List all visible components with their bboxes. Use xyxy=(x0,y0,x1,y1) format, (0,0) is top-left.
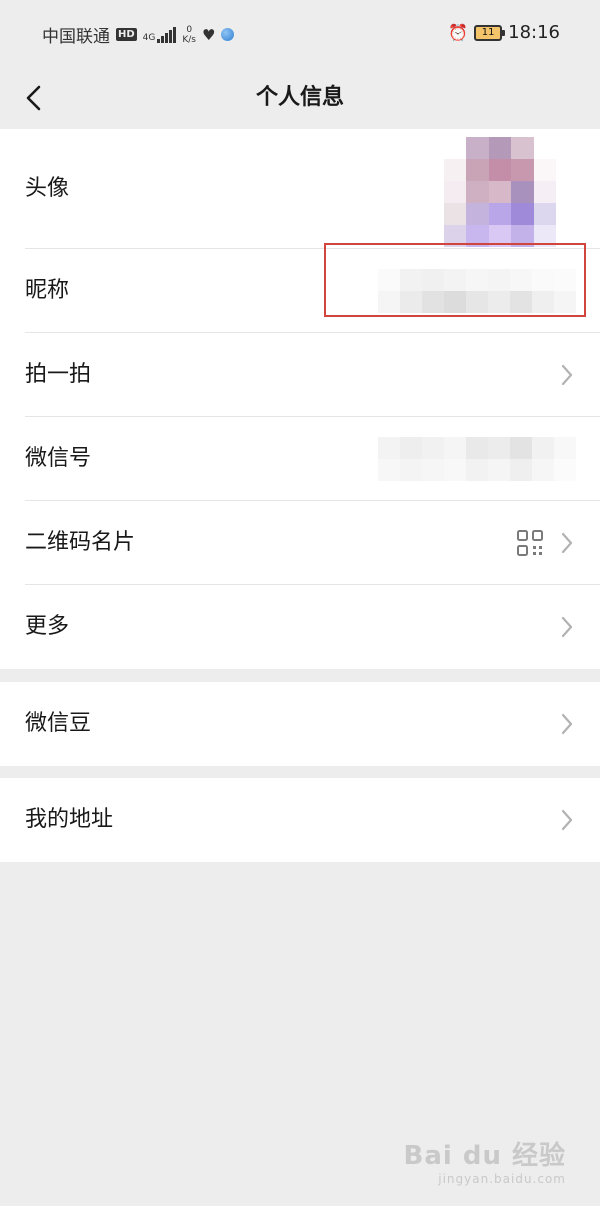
status-bar: 中国联通 HD 4G 0 K/s ♥ ⏰ 11 18:16 xyxy=(0,0,600,70)
alarm-icon: ⏰ xyxy=(448,23,469,42)
net-speed-value: 0 xyxy=(186,24,193,35)
avatar-row[interactable]: 头像 xyxy=(0,129,600,249)
nav-bar: 个人信息 xyxy=(0,70,600,128)
profile-group: 头像 昵称 拍一拍 微信号 二维码名片 更多 xyxy=(0,129,600,669)
more-label: 更多 xyxy=(25,614,70,639)
hd-badge: HD xyxy=(116,28,137,41)
my-address-row[interactable]: 我的地址 xyxy=(0,778,600,862)
highlight-annotation-box xyxy=(324,243,586,317)
wechat-beans-row[interactable]: 微信豆 xyxy=(0,682,600,766)
clock: 18:16 xyxy=(508,22,560,43)
battery-icon: 11 xyxy=(474,24,506,41)
wechat-id-row[interactable]: 微信号 xyxy=(0,417,600,501)
nickname-label: 昵称 xyxy=(25,278,70,303)
avatar[interactable] xyxy=(444,137,556,247)
carrier-name: 中国联通 xyxy=(42,27,110,47)
status-right: ⏰ 11 18:16 xyxy=(448,22,560,43)
globe-icon xyxy=(221,28,235,41)
qr-card-row[interactable]: 二维码名片 xyxy=(0,501,600,585)
beans-group: 微信豆 xyxy=(0,682,600,766)
pat-label: 拍一拍 xyxy=(25,362,92,387)
chevron-right-icon xyxy=(560,712,574,736)
avatar-label: 头像 xyxy=(25,176,70,201)
battery-level: 11 xyxy=(481,26,495,38)
chevron-right-icon xyxy=(560,363,574,387)
net-speed-unit: K/s xyxy=(182,34,196,45)
chevron-right-icon xyxy=(560,615,574,639)
watermark-sub: jingyan.baidu.com xyxy=(438,1172,566,1186)
wechat-id-label: 微信号 xyxy=(25,446,92,471)
watermark-main: Bai du 经验 xyxy=(403,1141,566,1171)
pat-row[interactable]: 拍一拍 xyxy=(0,333,600,417)
address-group: 我的地址 xyxy=(0,778,600,862)
wechat-id-value-pixelated-lower xyxy=(378,459,576,481)
heart-icon: ♥ xyxy=(202,25,216,44)
wechat-id-value-pixelated xyxy=(378,437,576,459)
chevron-right-icon xyxy=(560,808,574,832)
status-left: 中国联通 HD 4G 0 K/s ♥ xyxy=(42,22,235,47)
chevron-right-icon xyxy=(560,531,574,555)
my-address-label: 我的地址 xyxy=(25,807,114,832)
qr-code-icon xyxy=(516,529,544,557)
wechat-beans-label: 微信豆 xyxy=(25,711,92,736)
network-type: 4G xyxy=(142,32,156,43)
net-speed: 0 K/s xyxy=(182,25,196,45)
more-row[interactable]: 更多 xyxy=(0,585,600,669)
watermark: Bai du 经验 jingyan.baidu.com xyxy=(404,1135,567,1186)
signal-indicator: 4G xyxy=(142,26,177,43)
qr-card-label: 二维码名片 xyxy=(25,530,136,555)
page-title: 个人信息 xyxy=(255,85,344,110)
signal-bars-icon xyxy=(157,26,177,43)
